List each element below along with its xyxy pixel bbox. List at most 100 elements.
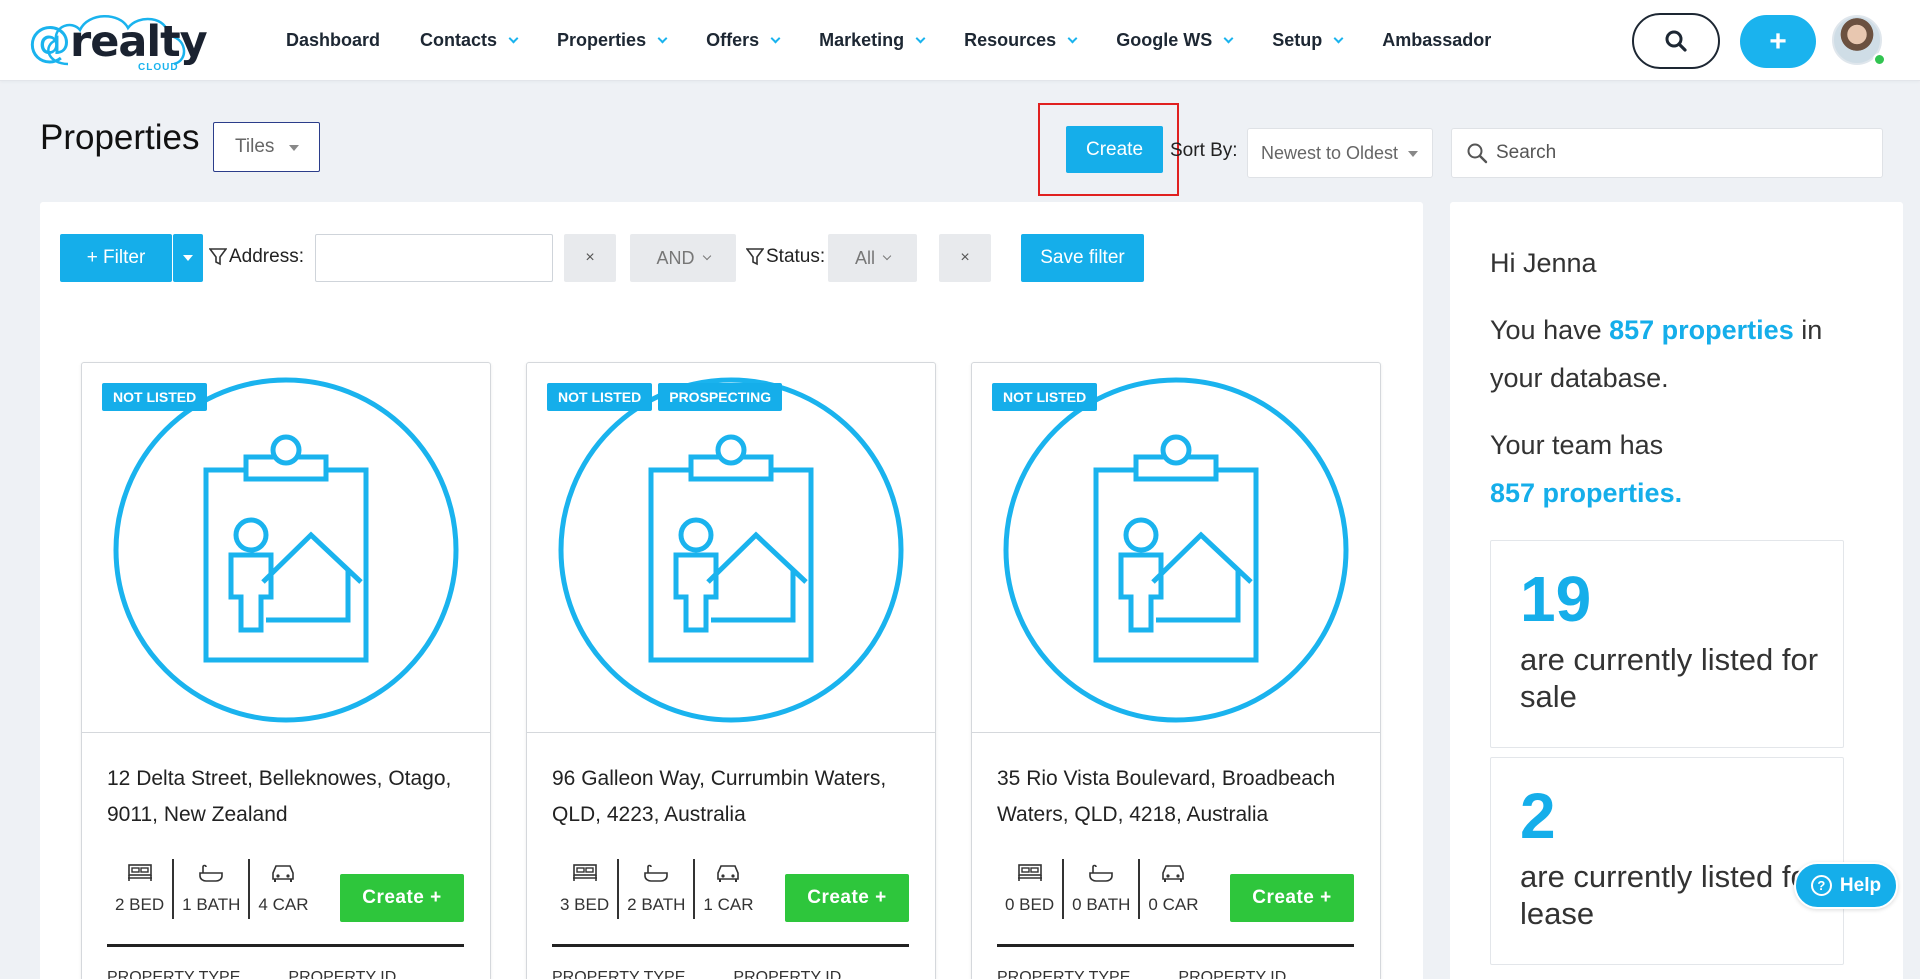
for-lease-stat[interactable]: 2 are currently listed for lease	[1490, 757, 1844, 965]
sort-select[interactable]: Newest to Oldest	[1247, 128, 1433, 178]
nav-ambassador[interactable]: Ambassador	[1382, 30, 1491, 51]
nav-google-ws[interactable]: Google WS	[1116, 30, 1234, 51]
funnel-icon	[209, 248, 227, 266]
card-create-button[interactable]: Create +	[340, 874, 464, 922]
chevron-down-icon	[702, 251, 711, 261]
filter-bar: + Filter Address: × AND Status: All × Sa…	[60, 234, 1400, 282]
logo-subtext: CLOUD	[138, 62, 179, 73]
status-badges: NOT LISTED PROSPECTING	[547, 383, 788, 411]
stat-label: are currently listed for sale	[1520, 642, 1819, 714]
property-card[interactable]: NOT LISTED PROSPECTING 96 Galleon Way, C…	[526, 362, 936, 979]
card-create-button[interactable]: Create +	[785, 874, 909, 922]
chevron-down-icon	[915, 33, 926, 43]
stat-number: 2	[1520, 780, 1556, 852]
sort-by-label: Sort By:	[1170, 140, 1238, 161]
nav-dashboard[interactable]: Dashboard	[286, 30, 380, 51]
property-placeholder-icon	[113, 377, 459, 723]
property-card[interactable]: NOT LISTED 35 Rio Vista Boulevard, Broad…	[971, 362, 1381, 979]
nav-resources[interactable]: Resources	[964, 30, 1078, 51]
status-badge: NOT LISTED	[102, 383, 208, 411]
online-status-dot	[1873, 53, 1886, 66]
address-filter-input[interactable]	[315, 234, 553, 282]
car-count: 0 CAR	[1140, 859, 1206, 919]
save-filter-button[interactable]: Save filter	[1021, 234, 1144, 282]
main-nav: Dashboard Contacts Properties Offers Mar…	[286, 0, 1531, 81]
property-meta: PROPERTY TYPE PROPERTY ID	[107, 969, 397, 979]
team-count-link[interactable]: 857 properties.	[1490, 478, 1682, 508]
chevron-down-icon	[1067, 33, 1078, 43]
bath-icon	[644, 864, 669, 882]
realty-cloud-logo[interactable]: @realty CLOUD	[28, 6, 208, 74]
property-meta: PROPERTY TYPE PROPERTY ID	[552, 969, 842, 979]
bed-icon	[1017, 864, 1042, 881]
global-search-button[interactable]	[1632, 13, 1720, 69]
caret-down-icon	[289, 145, 299, 151]
property-address[interactable]: 35 Rio Vista Boulevard, Broadbeach Water…	[997, 761, 1357, 833]
property-features: 3 BED 2 BATH 1 CAR	[552, 859, 761, 919]
status-badges: NOT LISTED	[992, 383, 1103, 411]
property-features: 2 BED 1 BATH 4 CAR	[107, 859, 316, 919]
bed-count: 3 BED	[552, 859, 620, 919]
chevron-down-icon	[1333, 33, 1344, 43]
stat-label: are currently listed for lease	[1520, 859, 1819, 931]
team-count-text: Your team has 857 properties.	[1490, 430, 1683, 508]
caret-down-icon	[1408, 151, 1418, 157]
quick-add-button[interactable]: +	[1740, 15, 1816, 68]
chevron-down-icon	[882, 251, 892, 261]
card-create-button[interactable]: Create +	[1230, 874, 1354, 922]
search-placeholder: Search	[1496, 142, 1557, 163]
bath-icon	[199, 864, 224, 882]
top-navigation-bar: @realty CLOUD Dashboard Contacts Propert…	[0, 0, 1920, 81]
filter-operator-select[interactable]: AND	[630, 234, 736, 282]
add-filter-button[interactable]: + Filter	[60, 234, 172, 282]
logo-wordmark: @realty	[28, 17, 208, 67]
car-count: 4 CAR	[250, 859, 316, 919]
car-icon	[272, 865, 295, 882]
divider	[107, 944, 464, 947]
search-icon	[1665, 30, 1687, 52]
property-placeholder-icon	[1003, 377, 1349, 723]
chevron-down-icon	[508, 33, 519, 43]
status-filter-label: Status:	[746, 246, 825, 268]
bed-icon	[127, 864, 152, 881]
create-property-button[interactable]: Create	[1066, 126, 1163, 173]
greeting: Hi Jenna	[1490, 248, 1597, 278]
chevron-down-icon	[1223, 33, 1234, 43]
status-badge: NOT LISTED	[992, 383, 1098, 411]
property-count-link[interactable]: 857 properties	[1609, 315, 1794, 345]
property-search-input[interactable]: Search	[1451, 128, 1883, 178]
property-address[interactable]: 96 Galleon Way, Currumbin Waters, QLD, 4…	[552, 761, 912, 833]
clear-status-filter-button[interactable]: ×	[939, 234, 991, 282]
bed-count: 0 BED	[997, 859, 1065, 919]
nav-marketing[interactable]: Marketing	[819, 30, 926, 51]
chevron-down-icon	[657, 33, 668, 43]
property-count-text: You have 857 properties in your database…	[1490, 315, 1823, 393]
nav-properties[interactable]: Properties	[557, 30, 668, 51]
stat-number: 19	[1520, 563, 1592, 635]
chevron-down-icon	[770, 33, 781, 43]
car-icon	[717, 865, 740, 882]
property-features: 0 BED 0 BATH 0 CAR	[997, 859, 1206, 919]
caret-down-icon	[183, 255, 193, 261]
bath-count: 2 BATH	[619, 859, 696, 919]
help-button[interactable]: ? Help	[1794, 862, 1898, 909]
address-filter-label: Address:	[209, 246, 304, 268]
view-mode-select[interactable]: Tiles	[213, 122, 320, 172]
property-address[interactable]: 12 Delta Street, Belleknowes, Otago, 901…	[107, 761, 467, 833]
bed-count: 2 BED	[107, 859, 175, 919]
property-card[interactable]: NOT LISTED 12 Delta Street, Belleknowes,…	[81, 362, 491, 979]
filter-dropdown-toggle[interactable]	[173, 234, 203, 282]
nav-setup[interactable]: Setup	[1272, 30, 1344, 51]
search-icon	[1467, 143, 1488, 164]
status-badge: NOT LISTED	[547, 383, 653, 411]
property-meta: PROPERTY TYPE PROPERTY ID	[997, 969, 1287, 979]
clear-address-filter-button[interactable]: ×	[564, 234, 616, 282]
property-image: NOT LISTED	[972, 363, 1380, 733]
funnel-icon	[746, 248, 764, 266]
for-sale-stat[interactable]: 19 are currently listed for sale	[1490, 540, 1844, 748]
nav-offers[interactable]: Offers	[706, 30, 781, 51]
status-filter-select[interactable]: All	[828, 234, 917, 282]
property-image: NOT LISTED PROSPECTING	[527, 363, 935, 733]
bath-icon	[1089, 864, 1114, 882]
nav-contacts[interactable]: Contacts	[420, 30, 519, 51]
